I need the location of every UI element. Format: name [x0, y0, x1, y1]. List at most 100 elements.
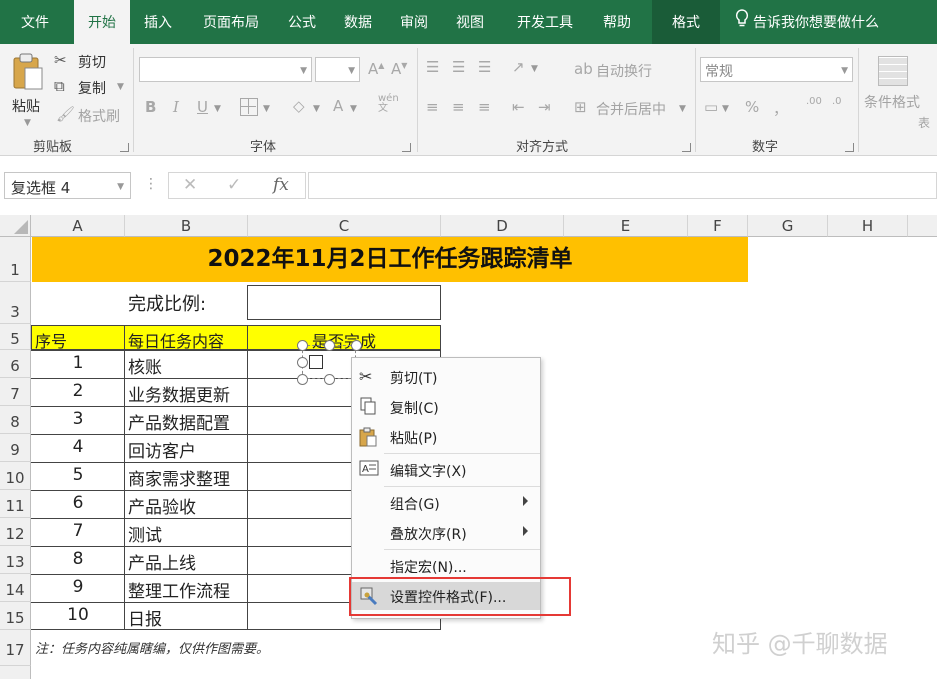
column-header[interactable]: D: [441, 215, 564, 237]
column-header[interactable]: [908, 215, 937, 237]
task-name[interactable]: 产品数据配置: [128, 409, 246, 434]
increase-decimal-icon[interactable]: .00: [806, 96, 822, 107]
font-color-dropdown-icon[interactable]: ▼: [350, 104, 357, 114]
menu-item-group[interactable]: 组合(G): [352, 489, 540, 517]
tab-help[interactable]: 帮助: [594, 0, 640, 44]
font-name-combo[interactable]: ▼: [139, 57, 312, 82]
completion-ratio-cell[interactable]: [247, 285, 441, 320]
menu-item-edit-text[interactable]: A 编辑文字(X): [352, 456, 540, 484]
borders-icon[interactable]: [240, 98, 258, 116]
task-name[interactable]: 日报: [128, 605, 246, 630]
task-number[interactable]: 1: [32, 353, 124, 373]
select-all-corner[interactable]: [0, 215, 31, 237]
task-number[interactable]: 10: [32, 605, 124, 625]
task-name[interactable]: 商家需求整理: [128, 465, 246, 490]
conditional-format-button[interactable]: 条件格式: [862, 52, 928, 122]
checkbox-4[interactable]: [309, 355, 323, 369]
task-number[interactable]: 5: [32, 465, 124, 485]
sheet-title[interactable]: 2022年11月2日工作任务跟踪清单: [32, 237, 748, 282]
column-header[interactable]: H: [828, 215, 908, 237]
align-left-icon[interactable]: ≡: [426, 98, 439, 116]
task-number[interactable]: 2: [32, 381, 124, 401]
tab-review[interactable]: 审阅: [392, 0, 436, 44]
tab-view[interactable]: 视图: [448, 0, 492, 44]
copy-dropdown-icon[interactable]: ▼: [117, 82, 124, 92]
fill-color-icon[interactable]: ◇: [293, 97, 305, 115]
formula-input[interactable]: [308, 172, 937, 199]
resize-handle[interactable]: [297, 374, 308, 385]
percent-icon[interactable]: %: [745, 98, 759, 116]
currency-dropdown-icon[interactable]: ▼: [722, 104, 729, 114]
increase-indent-icon[interactable]: ⇥: [538, 98, 551, 116]
menu-item-copy[interactable]: 复制(C): [352, 393, 540, 421]
italic-button[interactable]: I: [173, 98, 179, 116]
header-seq[interactable]: 序号: [35, 328, 67, 352]
cancel-icon[interactable]: ✕: [183, 175, 197, 195]
row-header[interactable]: 14: [0, 574, 31, 602]
column-header[interactable]: F: [688, 215, 748, 237]
cut-button[interactable]: ✂ 剪切: [54, 51, 114, 72]
task-name[interactable]: 回访客户: [128, 437, 246, 462]
resize-handle[interactable]: [297, 340, 308, 351]
align-top-icon[interactable]: ☰: [426, 58, 439, 76]
paste-button[interactable]: 粘贴 ▼: [8, 50, 48, 130]
align-bottom-icon[interactable]: ☰: [478, 58, 491, 76]
task-name[interactable]: 业务数据更新: [128, 381, 246, 406]
wrap-text-button[interactable]: ab 自动换行: [574, 60, 674, 81]
resize-handle[interactable]: [297, 357, 308, 368]
task-name[interactable]: 产品上线: [128, 549, 246, 574]
merge-center-button[interactable]: ⊞ 合并后居中 ▼: [574, 98, 694, 119]
column-header[interactable]: A: [31, 215, 125, 237]
row-header[interactable]: 10: [0, 462, 31, 490]
resize-handle[interactable]: [324, 374, 335, 385]
column-header[interactable]: B: [125, 215, 248, 237]
column-header[interactable]: G: [748, 215, 828, 237]
name-box[interactable]: 复选框 4 ▼: [4, 172, 131, 199]
menu-item-paste[interactable]: 粘贴(P): [352, 423, 540, 451]
decrease-font-icon[interactable]: A▼: [391, 60, 407, 78]
task-number[interactable]: 4: [32, 437, 124, 457]
currency-icon[interactable]: ▭: [704, 98, 718, 116]
row-header[interactable]: 8: [0, 406, 31, 434]
number-launcher-icon[interactable]: [845, 143, 854, 152]
insert-function-button[interactable]: fx: [273, 175, 289, 195]
align-right-icon[interactable]: ≡: [478, 98, 491, 116]
font-launcher-icon[interactable]: [402, 143, 411, 152]
format-painter-button[interactable]: 🖌 格式刷: [54, 105, 130, 126]
task-number[interactable]: 3: [32, 409, 124, 429]
font-color-icon[interactable]: A: [333, 97, 343, 115]
resize-handle[interactable]: [351, 340, 362, 351]
tab-formulas[interactable]: 公式: [280, 0, 324, 44]
task-name[interactable]: 整理工作流程: [128, 577, 246, 602]
row-header[interactable]: 5: [0, 324, 31, 350]
tab-data[interactable]: 数据: [336, 0, 380, 44]
underline-dropdown-icon[interactable]: ▼: [214, 104, 221, 114]
tab-developer[interactable]: 开发工具: [506, 0, 584, 44]
row-header[interactable]: 6: [0, 350, 31, 378]
decrease-indent-icon[interactable]: ⇤: [512, 98, 525, 116]
phonetic-guide-icon[interactable]: wén 文: [378, 94, 399, 114]
enter-icon[interactable]: ✓: [227, 175, 241, 195]
task-number[interactable]: 8: [32, 549, 124, 569]
row-header[interactable]: 17: [0, 630, 31, 666]
task-number[interactable]: 7: [32, 521, 124, 541]
row-header[interactable]: [0, 666, 31, 679]
column-header[interactable]: E: [564, 215, 688, 237]
tab-insert[interactable]: 插入: [134, 0, 182, 44]
increase-font-icon[interactable]: A▲: [368, 60, 384, 78]
menu-item-cut[interactable]: ✂ 剪切(T): [352, 363, 540, 391]
tell-me-search[interactable]: 告诉我你想要做什么: [735, 0, 879, 44]
copy-button[interactable]: ⧉ 复制 ▼: [54, 77, 130, 98]
tab-page-layout[interactable]: 页面布局: [194, 0, 268, 44]
row-header[interactable]: 11: [0, 490, 31, 518]
task-number[interactable]: 9: [32, 577, 124, 597]
menu-item-order[interactable]: 叠放次序(R): [352, 519, 540, 547]
row-header[interactable]: 13: [0, 546, 31, 574]
merge-dropdown-icon[interactable]: ▼: [679, 104, 686, 114]
font-size-combo[interactable]: ▼: [315, 57, 360, 82]
row-header[interactable]: 1: [0, 237, 31, 282]
underline-button[interactable]: U: [197, 98, 208, 116]
orientation-icon[interactable]: ↗: [512, 58, 525, 76]
task-number[interactable]: 6: [32, 493, 124, 513]
row-header[interactable]: 3: [0, 282, 31, 324]
